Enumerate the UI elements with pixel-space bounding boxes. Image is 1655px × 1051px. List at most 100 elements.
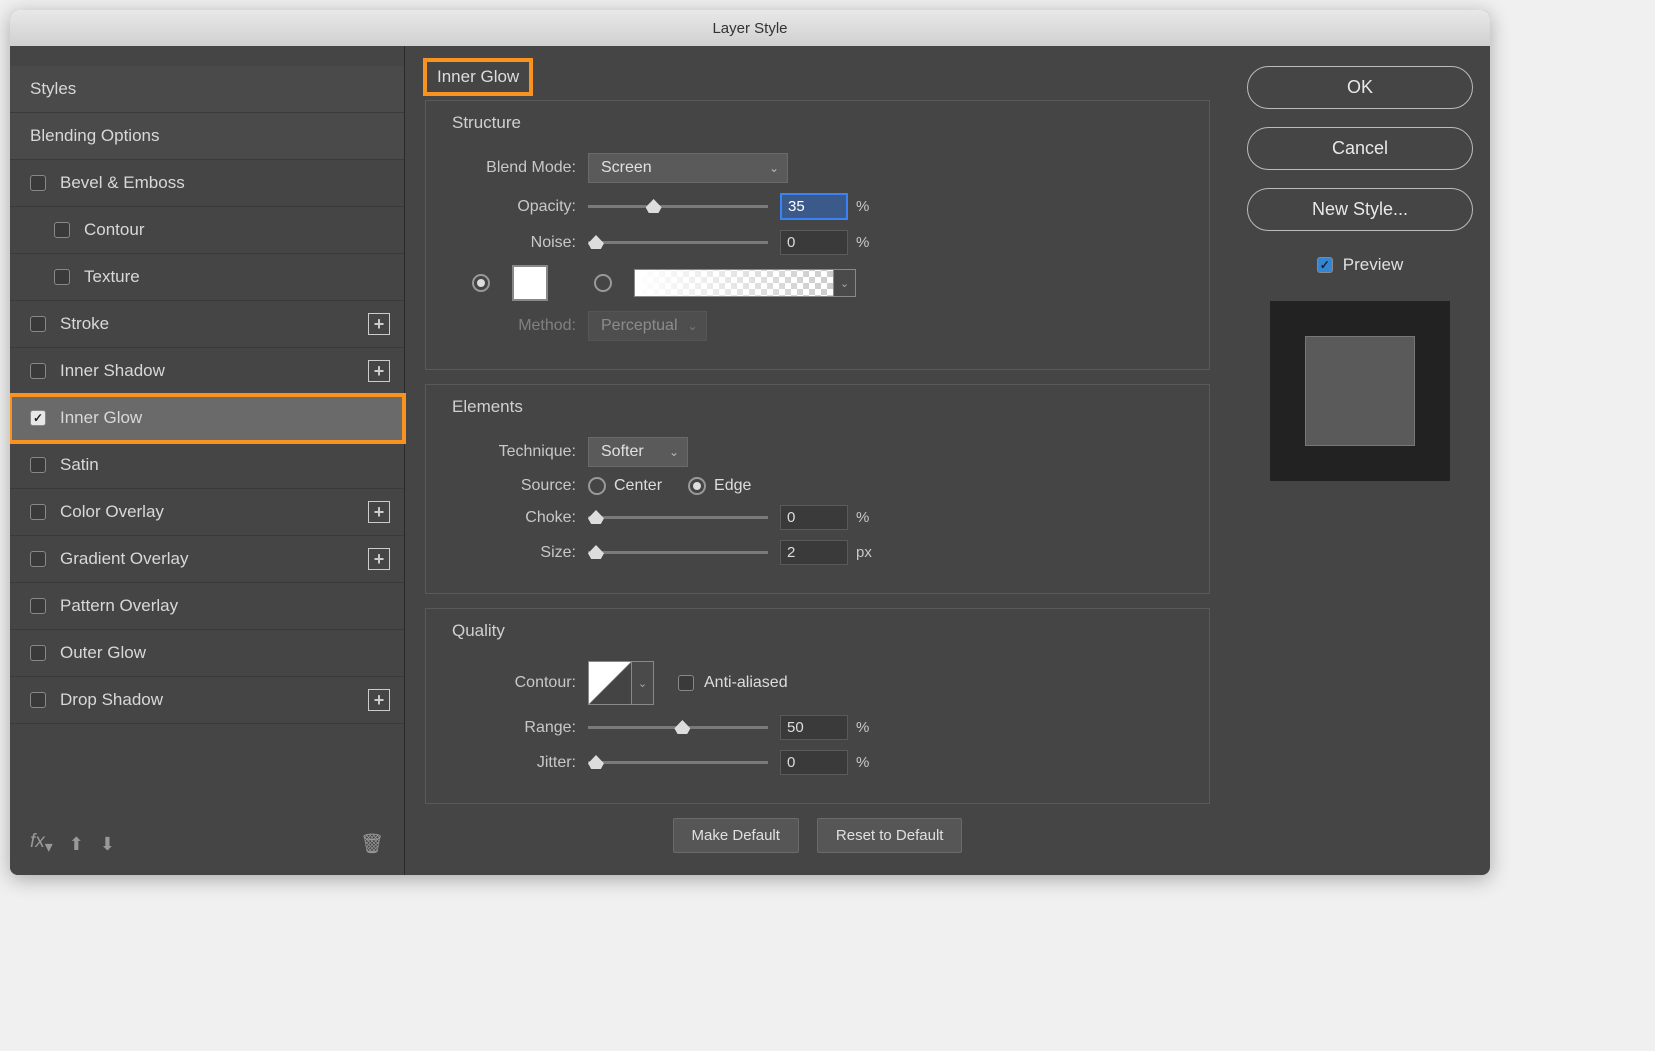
checkbox-drop-shadow[interactable] xyxy=(30,692,46,708)
preview-label: Preview xyxy=(1343,255,1403,275)
checkbox-gradient-overlay[interactable] xyxy=(30,551,46,567)
sidebar-blending-options[interactable]: Blending Options xyxy=(10,113,404,160)
color-swatch[interactable] xyxy=(512,265,548,301)
sidebar-item-contour[interactable]: Contour xyxy=(10,207,404,254)
add-drop-shadow-icon[interactable]: + xyxy=(368,689,390,711)
range-unit: % xyxy=(856,719,869,736)
method-dropdown: Perceptual ⌄ xyxy=(588,311,707,341)
source-center-radio[interactable] xyxy=(588,477,606,495)
anti-aliased-checkbox[interactable] xyxy=(678,675,694,691)
contour-picker[interactable] xyxy=(588,661,632,705)
cancel-button[interactable]: Cancel xyxy=(1247,127,1473,170)
contour-label: Contour: xyxy=(446,674,576,692)
preview-thumbnail xyxy=(1270,301,1450,481)
move-up-icon[interactable]: ⬆ xyxy=(69,834,84,855)
checkbox-outer-glow[interactable] xyxy=(30,645,46,661)
size-input[interactable] xyxy=(780,540,848,565)
range-slider[interactable] xyxy=(588,726,768,729)
sidebar-label-pattern-overlay: Pattern Overlay xyxy=(60,596,178,616)
add-inner-shadow-icon[interactable]: + xyxy=(368,360,390,382)
elements-legend: Elements xyxy=(446,397,529,417)
slider-thumb[interactable] xyxy=(588,510,604,524)
size-unit: px xyxy=(856,544,872,561)
new-style-button[interactable]: New Style... xyxy=(1247,188,1473,231)
source-edge-label: Edge xyxy=(714,477,751,495)
sidebar-item-color-overlay[interactable]: Color Overlay + xyxy=(10,489,404,536)
checkbox-texture[interactable] xyxy=(54,269,70,285)
sidebar-item-stroke[interactable]: Stroke + xyxy=(10,301,404,348)
preview-inner xyxy=(1305,336,1415,446)
sidebar-label-texture: Texture xyxy=(84,267,140,287)
blend-mode-dropdown[interactable]: Screen ⌄ xyxy=(588,153,788,183)
checkbox-inner-glow[interactable] xyxy=(30,410,46,426)
anti-aliased-label: Anti-aliased xyxy=(704,674,788,692)
sidebar-item-gradient-overlay[interactable]: Gradient Overlay + xyxy=(10,536,404,583)
panel-title: Inner Glow xyxy=(425,60,531,94)
effect-settings-panel: Inner Glow Structure Blend Mode: Screen … xyxy=(405,46,1230,875)
jitter-input[interactable] xyxy=(780,750,848,775)
make-default-button[interactable]: Make Default xyxy=(673,818,799,853)
choke-input[interactable] xyxy=(780,505,848,530)
range-input[interactable] xyxy=(780,715,848,740)
quality-legend: Quality xyxy=(446,621,511,641)
fx-menu-icon[interactable]: fx▾ xyxy=(30,831,53,857)
jitter-slider[interactable] xyxy=(588,761,768,764)
ok-button[interactable]: OK xyxy=(1247,66,1473,109)
trash-icon[interactable]: 🗑 xyxy=(360,832,384,856)
blend-mode-label: Blend Mode: xyxy=(446,159,576,177)
sidebar-label-color-overlay: Color Overlay xyxy=(60,502,164,522)
sidebar-item-texture[interactable]: Texture xyxy=(10,254,404,301)
slider-thumb[interactable] xyxy=(674,720,690,734)
add-color-overlay-icon[interactable]: + xyxy=(368,501,390,523)
checkbox-satin[interactable] xyxy=(30,457,46,473)
choke-slider[interactable] xyxy=(588,516,768,519)
checkbox-color-overlay[interactable] xyxy=(30,504,46,520)
move-down-icon[interactable]: ⬇ xyxy=(100,834,115,855)
color-radio[interactable] xyxy=(472,274,490,292)
source-center-label: Center xyxy=(614,477,662,495)
sidebar-item-drop-shadow[interactable]: Drop Shadow + xyxy=(10,677,404,724)
gradient-picker[interactable] xyxy=(634,269,834,297)
add-gradient-overlay-icon[interactable]: + xyxy=(368,548,390,570)
size-slider[interactable] xyxy=(588,551,768,554)
sidebar-item-inner-shadow[interactable]: Inner Shadow + xyxy=(10,348,404,395)
opacity-unit: % xyxy=(856,198,869,215)
sidebar-item-outer-glow[interactable]: Outer Glow xyxy=(10,630,404,677)
titlebar: Layer Style xyxy=(10,10,1490,46)
slider-thumb[interactable] xyxy=(588,545,604,559)
structure-legend: Structure xyxy=(446,113,527,133)
checkbox-inner-shadow[interactable] xyxy=(30,363,46,379)
sidebar-item-pattern-overlay[interactable]: Pattern Overlay xyxy=(10,583,404,630)
noise-input[interactable] xyxy=(780,230,848,255)
opacity-input[interactable] xyxy=(780,193,848,220)
slider-thumb[interactable] xyxy=(588,235,604,249)
contour-dropdown-icon[interactable]: ⌄ xyxy=(632,661,654,705)
sidebar-label-contour: Contour xyxy=(84,220,144,240)
noise-slider[interactable] xyxy=(588,241,768,244)
slider-thumb[interactable] xyxy=(588,755,604,769)
gradient-dropdown-icon[interactable]: ⌄ xyxy=(834,269,856,297)
noise-label: Noise: xyxy=(446,234,576,252)
checkbox-bevel[interactable] xyxy=(30,175,46,191)
checkbox-pattern-overlay[interactable] xyxy=(30,598,46,614)
sidebar-item-inner-glow[interactable]: Inner Glow xyxy=(10,395,404,442)
opacity-slider[interactable] xyxy=(588,205,768,208)
jitter-unit: % xyxy=(856,754,869,771)
checkbox-stroke[interactable] xyxy=(30,316,46,332)
sidebar-label-stroke: Stroke xyxy=(60,314,109,334)
opacity-label: Opacity: xyxy=(446,198,576,216)
reset-default-button[interactable]: Reset to Default xyxy=(817,818,963,853)
sidebar-label-inner-shadow: Inner Shadow xyxy=(60,361,165,381)
preview-checkbox[interactable] xyxy=(1317,257,1333,273)
sidebar-item-bevel-emboss[interactable]: Bevel & Emboss xyxy=(10,160,404,207)
source-edge-radio[interactable] xyxy=(688,477,706,495)
gradient-radio[interactable] xyxy=(594,274,612,292)
sidebar-styles[interactable]: Styles xyxy=(10,66,404,113)
sidebar-footer: fx▾ ⬆ ⬇ 🗑 xyxy=(10,813,404,875)
slider-thumb[interactable] xyxy=(646,199,662,213)
checkbox-contour[interactable] xyxy=(54,222,70,238)
add-stroke-icon[interactable]: + xyxy=(368,313,390,335)
sidebar-item-satin[interactable]: Satin xyxy=(10,442,404,489)
technique-dropdown[interactable]: Softer ⌄ xyxy=(588,437,688,467)
sidebar-label-drop-shadow: Drop Shadow xyxy=(60,690,163,710)
